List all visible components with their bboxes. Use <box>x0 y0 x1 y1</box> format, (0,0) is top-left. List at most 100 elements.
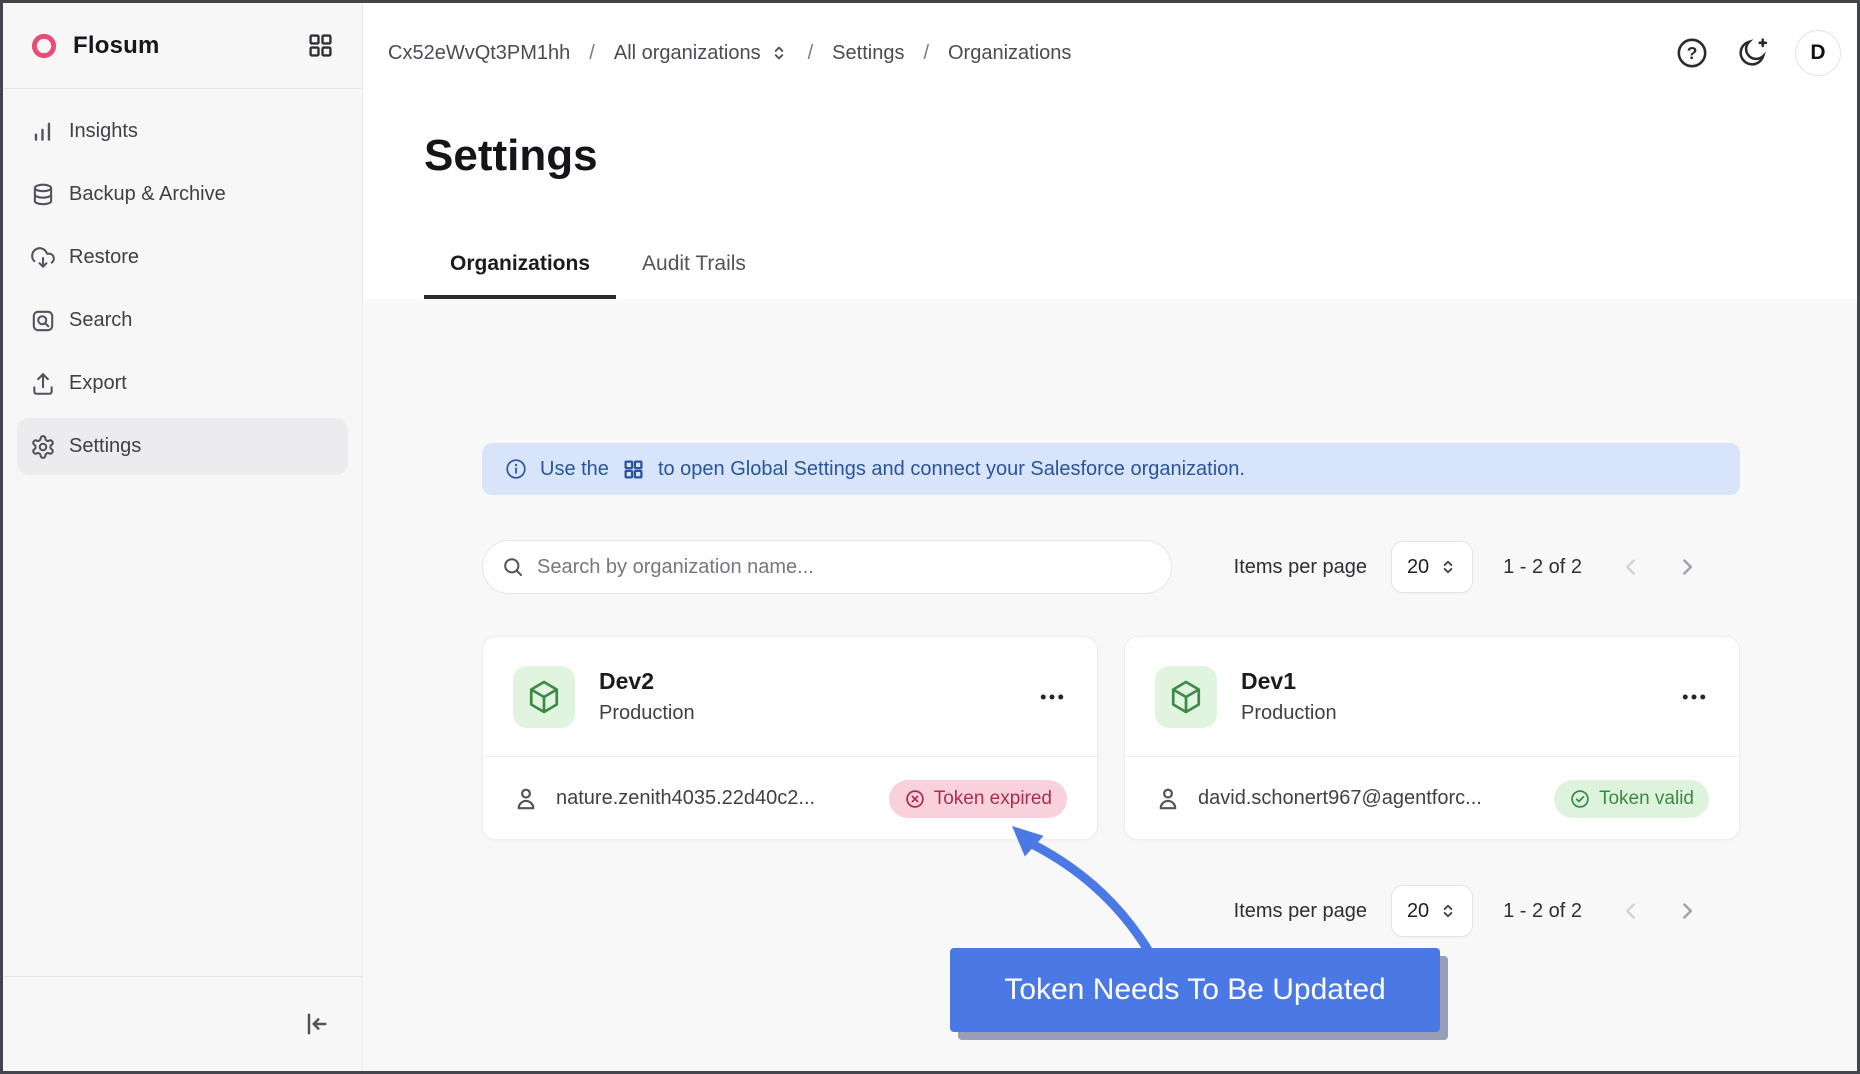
org-more-options-button[interactable] <box>1679 682 1709 712</box>
org-cube-icon <box>1155 666 1217 728</box>
pagination-range: 1 - 2 of 2 <box>1503 556 1582 579</box>
sidebar-item-label: Settings <box>69 435 141 458</box>
chevron-up-down-icon <box>769 43 789 63</box>
sidebar-footer <box>3 976 362 1071</box>
annotation-tooltip: Token Needs To Be Updated <box>950 948 1440 1032</box>
grid-icon <box>307 32 334 59</box>
org-toolbar: Items per page 20 1 - 2 of 2 <box>482 540 1740 594</box>
breadcrumb-separator: / <box>589 42 595 65</box>
org-card-footer: david.schonert967@agentforc... Token val… <box>1125 757 1739 840</box>
org-card-header: Dev1 Production <box>1125 637 1739 756</box>
banner-text-after: to open Global Settings and connect your… <box>658 458 1245 481</box>
sidebar: Flosum Insights <box>3 3 363 1071</box>
pagination-bottom-row: Items per page 20 1 - 2 of 2 <box>482 885 1740 937</box>
org-more-options-button[interactable] <box>1037 682 1067 712</box>
sidebar-item-label: Restore <box>69 246 139 269</box>
user-icon <box>1155 786 1181 812</box>
org-environment: Production <box>1241 702 1337 725</box>
token-status-badge: Token expired <box>889 780 1067 818</box>
tab-organizations[interactable]: Organizations <box>424 233 616 299</box>
breadcrumb-org-selector[interactable]: All organizations <box>614 42 789 65</box>
org-card-footer: nature.zenith4035.22d40c2... Token expir… <box>483 757 1097 840</box>
token-status-text: Token valid <box>1599 788 1694 810</box>
help-button[interactable]: ? <box>1675 36 1709 70</box>
grid-icon <box>623 459 644 480</box>
pagination-nav <box>1618 554 1700 580</box>
database-icon <box>30 182 56 208</box>
org-card-titles: Dev2 Production <box>599 668 695 725</box>
tab-audit-trails[interactable]: Audit Trails <box>616 233 772 299</box>
chevron-right-icon <box>1674 554 1700 580</box>
user-avatar[interactable]: D <box>1795 30 1841 76</box>
sidebar-item-settings[interactable]: Settings <box>17 418 348 475</box>
org-name: Dev1 <box>1241 668 1337 695</box>
pagination-range: 1 - 2 of 2 <box>1503 900 1582 923</box>
pagination-bottom: Items per page 20 1 - 2 of 2 <box>1234 885 1740 937</box>
sidebar-item-restore[interactable]: Restore <box>17 229 348 286</box>
gear-icon <box>30 434 56 460</box>
brand-name: Flosum <box>73 32 160 60</box>
circle-x-icon <box>904 788 926 810</box>
info-banner: Use the to open Global Settings and conn… <box>482 443 1740 495</box>
sidebar-item-label: Insights <box>69 120 138 143</box>
org-name: Dev2 <box>599 668 695 695</box>
global-settings-grid-button[interactable] <box>307 32 334 59</box>
previous-page-button[interactable] <box>1618 898 1644 924</box>
pagination-nav <box>1618 898 1700 924</box>
token-status-text: Token expired <box>934 788 1052 810</box>
collapse-sidebar-button[interactable] <box>302 1010 330 1038</box>
avatar-initial: D <box>1810 41 1825 65</box>
org-environment: Production <box>599 702 695 725</box>
chevron-up-down-icon <box>1439 558 1457 576</box>
topbar-actions: ? D <box>1675 30 1841 76</box>
sidebar-item-insights[interactable]: Insights <box>17 103 348 160</box>
bar-chart-icon <box>30 119 56 145</box>
org-username: david.schonert967@agentforc... <box>1198 787 1482 810</box>
next-page-button[interactable] <box>1674 898 1700 924</box>
breadcrumb-organizations[interactable]: Organizations <box>948 42 1071 65</box>
topbar: Cx52eWvQt3PM1hh / All organizations / Se… <box>364 3 1857 103</box>
sidebar-nav: Insights Backup & Archive Restore <box>3 89 362 475</box>
org-card-dev2: Dev2 Production <box>482 636 1098 840</box>
org-card-list: Dev2 Production <box>482 636 1740 840</box>
breadcrumb: Cx52eWvQt3PM1hh / All organizations / Se… <box>388 42 1071 65</box>
breadcrumb-separator: / <box>808 42 814 65</box>
chevron-left-icon <box>1618 898 1644 924</box>
circle-check-icon <box>1569 788 1591 810</box>
upload-icon <box>30 371 56 397</box>
brand-logo[interactable]: Flosum <box>27 29 160 63</box>
org-username: nature.zenith4035.22d40c2... <box>556 787 815 810</box>
info-icon <box>504 457 528 481</box>
search-icon <box>501 555 525 579</box>
items-per-page-select[interactable]: 20 <box>1391 885 1473 937</box>
breadcrumb-settings[interactable]: Settings <box>832 42 904 65</box>
chevron-right-icon <box>1674 898 1700 924</box>
user-icon <box>513 786 539 812</box>
cloud-download-icon <box>30 245 56 271</box>
items-per-page-value: 20 <box>1407 556 1429 579</box>
sidebar-header: Flosum <box>3 3 362 89</box>
dark-mode-toggle[interactable] <box>1735 36 1769 70</box>
sidebar-item-export[interactable]: Export <box>17 355 348 412</box>
items-per-page-label: Items per page <box>1234 556 1367 579</box>
org-search <box>482 540 1172 594</box>
banner-text-before: Use the <box>540 458 609 481</box>
next-page-button[interactable] <box>1674 554 1700 580</box>
breadcrumb-org-id[interactable]: Cx52eWvQt3PM1hh <box>388 42 570 65</box>
sidebar-item-label: Backup & Archive <box>69 183 226 206</box>
token-status-badge: Token valid <box>1554 780 1709 818</box>
sidebar-item-backup-archive[interactable]: Backup & Archive <box>17 166 348 223</box>
collapse-sidebar-icon <box>302 1010 330 1038</box>
ellipsis-icon <box>1037 682 1067 712</box>
flosum-logo-icon <box>27 29 61 63</box>
chevron-up-down-icon <box>1439 902 1457 920</box>
org-card-dev1: Dev1 Production <box>1124 636 1740 840</box>
previous-page-button[interactable] <box>1618 554 1644 580</box>
breadcrumb-org-selector-label: All organizations <box>614 42 761 65</box>
search-input[interactable] <box>537 556 1153 579</box>
main-area: Cx52eWvQt3PM1hh / All organizations / Se… <box>364 3 1857 1071</box>
items-per-page-select[interactable]: 20 <box>1391 541 1473 593</box>
items-per-page-value: 20 <box>1407 900 1429 923</box>
sidebar-item-search[interactable]: Search <box>17 292 348 349</box>
org-card-titles: Dev1 Production <box>1241 668 1337 725</box>
